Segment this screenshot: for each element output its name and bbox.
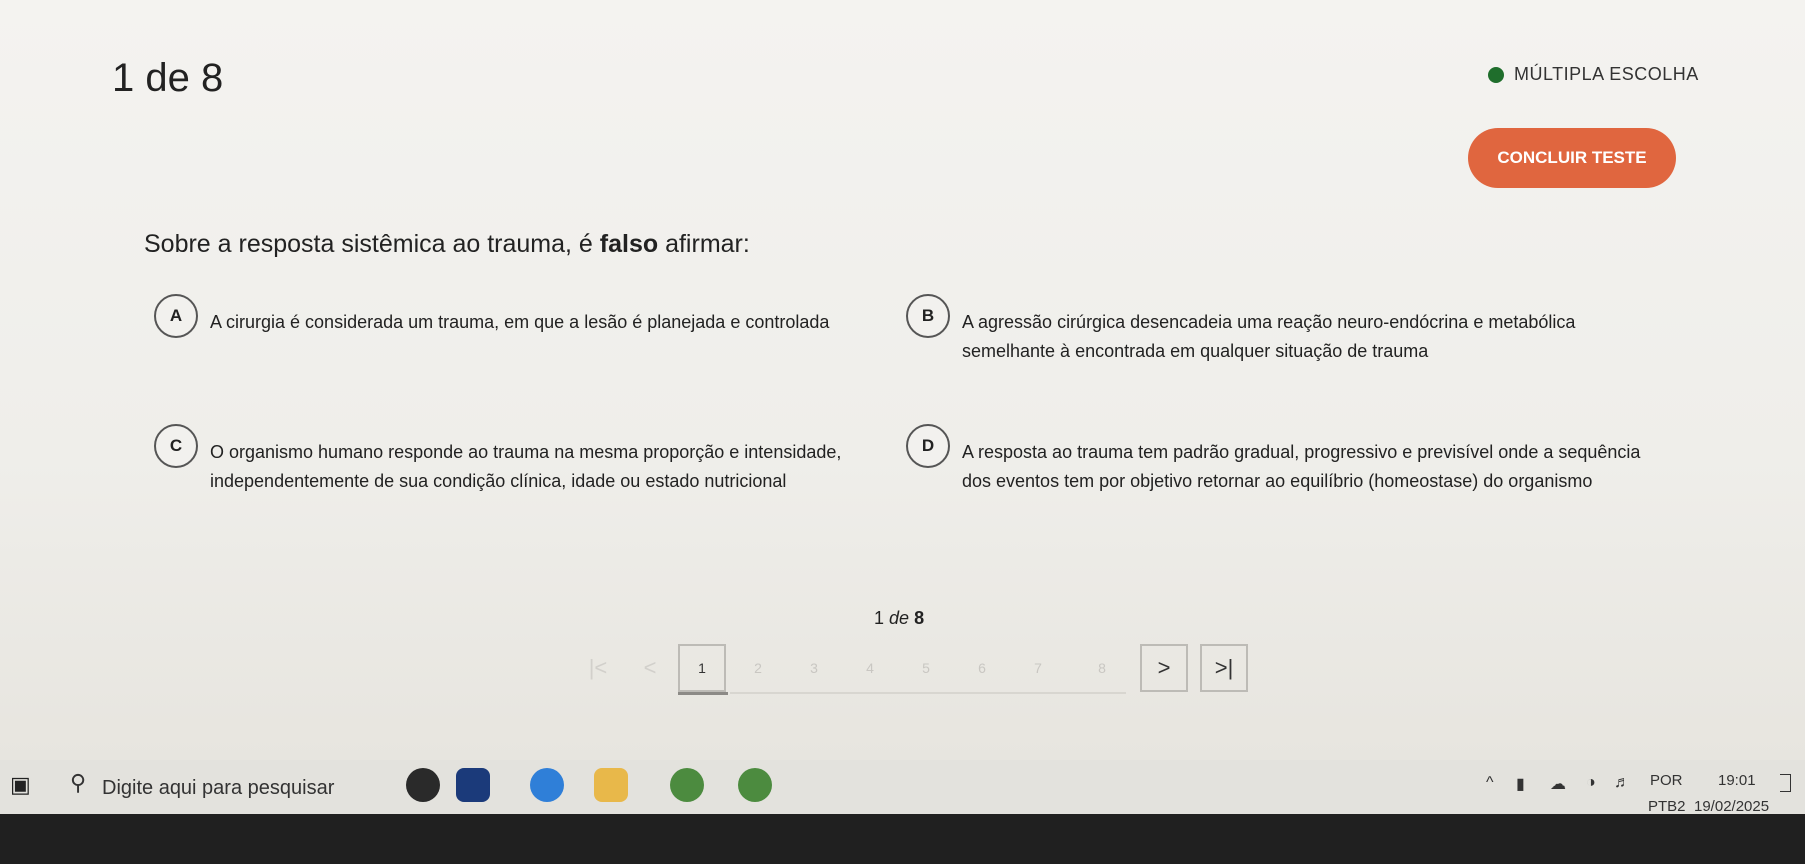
battery-icon[interactable]: ▮ [1516, 774, 1525, 794]
page-button-2[interactable]: 2 [734, 644, 782, 692]
pagination-track [730, 692, 1126, 694]
file-explorer-icon[interactable] [594, 768, 628, 802]
browser-viewport: 1 de 8 MÚLTIPLA ESCOLHA CONCLUIR TESTE S… [0, 0, 1805, 760]
network-icon[interactable]: ◑ [1586, 774, 1596, 792]
option-letter[interactable]: A [154, 294, 198, 338]
windows-start-icon[interactable]: ▣ [10, 772, 31, 798]
option-letter[interactable]: B [906, 294, 950, 338]
language-indicator[interactable]: POR [1650, 772, 1683, 789]
page-button-6[interactable]: 6 [958, 644, 1006, 692]
option-text[interactable]: A resposta ao trauma tem padrão gradual,… [962, 438, 1646, 496]
question-text-start: Sobre a resposta sistêmica ao trauma, é [144, 230, 600, 258]
pagination-total: 8 [914, 608, 925, 628]
chevron-up-icon[interactable]: ^ [1486, 774, 1494, 792]
monitor-bezel [0, 814, 1805, 864]
clock-date[interactable]: 19/02/2025 [1694, 798, 1769, 815]
clock-time[interactable]: 19:01 [1718, 772, 1756, 789]
speaker-icon[interactable]: ♬ [1614, 774, 1630, 792]
option-d[interactable]: D A resposta ao trauma tem padrão gradua… [906, 424, 1646, 496]
page-button-5[interactable]: 5 [902, 644, 950, 692]
page-button-8[interactable]: 8 [1078, 644, 1126, 692]
pagination-de: de [889, 608, 910, 628]
previous-page-button[interactable]: < [626, 644, 674, 692]
option-a[interactable]: A A cirurgia é considerada um trauma, em… [154, 294, 894, 338]
soccer-app-icon[interactable] [406, 768, 440, 802]
cloud-icon[interactable]: ☁ [1550, 774, 1566, 794]
question-text-end: afirmar: [658, 230, 750, 258]
question-type-badge: MÚLTIPLA ESCOLHA [1488, 64, 1699, 85]
notification-icon[interactable] [1780, 774, 1791, 792]
option-letter[interactable]: C [154, 424, 198, 468]
page-button-7[interactable]: 7 [1014, 644, 1062, 692]
question-counter: 1 de 8 [112, 56, 224, 100]
app-icon[interactable] [456, 768, 490, 802]
search-icon: ⚲ [70, 770, 87, 795]
pagination-current: 1 [874, 608, 885, 628]
first-page-button[interactable]: |< [574, 644, 622, 692]
option-text[interactable]: A agressão cirúrgica desencadeia uma rea… [962, 308, 1622, 366]
question-text: Sobre a resposta sistêmica ao trauma, é … [144, 230, 750, 259]
pagination-status: 1 de 8 [874, 608, 924, 629]
finish-test-button[interactable]: CONCLUIR TESTE [1468, 128, 1676, 188]
taskbar-search-input[interactable] [100, 770, 404, 806]
browser-icon[interactable] [530, 768, 564, 802]
page-button-3[interactable]: 3 [790, 644, 838, 692]
option-letter[interactable]: D [906, 424, 950, 468]
keyboard-layout-indicator[interactable]: PTB2 [1648, 798, 1686, 815]
option-c[interactable]: C O organismo humano responde ao trauma … [154, 424, 894, 496]
chrome-profile-icon[interactable] [738, 768, 772, 802]
page-button-4[interactable]: 4 [846, 644, 894, 692]
option-text[interactable]: A cirurgia é considerada um trauma, em q… [210, 308, 850, 337]
chrome-icon[interactable] [670, 768, 704, 802]
option-b[interactable]: B A agressão cirúrgica desencadeia uma r… [906, 294, 1646, 366]
page-button-1[interactable]: 1 [678, 644, 726, 692]
option-text[interactable]: O organismo humano responde ao trauma na… [210, 438, 850, 496]
question-type-label: MÚLTIPLA ESCOLHA [1514, 64, 1699, 84]
pagination-active-indicator [678, 692, 728, 695]
status-dot-icon [1488, 66, 1504, 83]
last-page-button[interactable]: >| [1200, 644, 1248, 692]
question-text-emphasis: falso [599, 230, 659, 258]
next-page-button[interactable]: > [1140, 644, 1188, 692]
